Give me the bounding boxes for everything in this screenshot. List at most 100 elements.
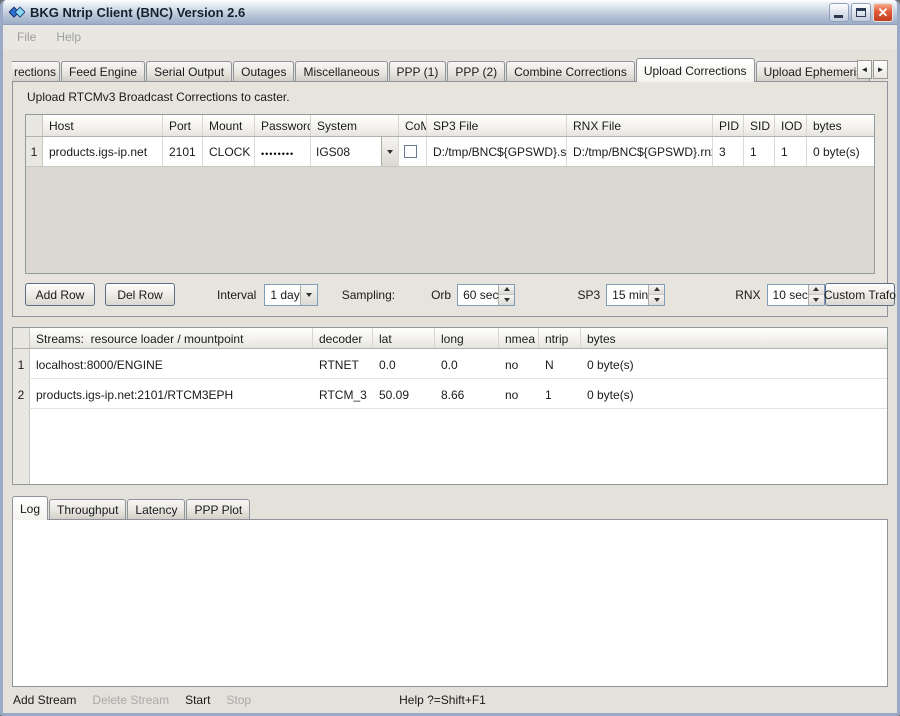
cell-pid[interactable]: 3: [713, 137, 744, 166]
chevron-down-icon: [654, 298, 660, 302]
spin-down-button[interactable]: [499, 295, 514, 305]
sp3-spinbox[interactable]: 15 min: [606, 284, 665, 306]
sp3-spinbox-value: 15 min: [607, 285, 648, 305]
menu-item-file[interactable]: File: [7, 27, 46, 47]
chevron-down-icon: [813, 298, 819, 302]
cell-rnx-file[interactable]: D:/tmp/BNC${GPSWD}.rnx: [567, 137, 713, 166]
system-select-arrow-button[interactable]: [381, 137, 398, 166]
chevron-up-icon: [654, 287, 660, 291]
column-header-system: System: [311, 115, 399, 136]
custom-trafo-button[interactable]: Custom Trafo: [825, 283, 895, 306]
chevron-left-icon: ◄: [861, 65, 869, 74]
column-header-decoder: decoder: [313, 328, 373, 348]
stop-action[interactable]: Stop: [226, 693, 251, 707]
column-header-ntrip: ntrip: [539, 328, 581, 348]
spin-up-button[interactable]: [649, 285, 664, 296]
add-stream-action[interactable]: Add Stream: [13, 693, 76, 707]
maximize-button[interactable]: [851, 3, 871, 22]
column-header-nmea: nmea: [499, 328, 539, 348]
system-select[interactable]: IGS08: [311, 137, 398, 166]
upload-corrections-pane: Upload RTCMv3 Broadcast Corrections to c…: [12, 81, 888, 317]
close-icon: ✕: [878, 6, 889, 19]
tab-miscellaneous[interactable]: Miscellaneous: [295, 61, 387, 81]
row-number: 2: [13, 379, 30, 408]
stream-row[interactable]: 1 localhost:8000/ENGINE RTNET 0.0 0.0 no…: [13, 349, 887, 379]
rnx-spinbox-value: 10 sec: [768, 285, 808, 305]
cell-sid[interactable]: 1: [744, 137, 775, 166]
pane-description: Upload RTCMv3 Broadcast Corrections to c…: [27, 90, 875, 108]
sp3-label: SP3: [577, 288, 600, 302]
rnx-spinbox[interactable]: 10 sec: [767, 284, 825, 306]
tab-upload-ephemeris[interactable]: Upload Ephemeris: [756, 61, 871, 81]
spin-down-button[interactable]: [809, 295, 824, 305]
close-button[interactable]: ✕: [873, 3, 893, 22]
stream-mountpoint: products.igs-ip.net:2101/RTCM3EPH: [30, 379, 313, 408]
sp3-spin-buttons: [648, 285, 664, 305]
delete-stream-action[interactable]: Delete Stream: [92, 693, 169, 707]
tab-log[interactable]: Log: [12, 496, 48, 520]
cell-mount[interactable]: CLOCK: [203, 137, 255, 166]
rnx-spin-buttons: [808, 285, 824, 305]
streams-table: Streams: resource loader / mountpoint de…: [12, 327, 888, 485]
cell-host[interactable]: products.igs-ip.net: [43, 137, 163, 166]
column-header-pid: PID: [713, 115, 744, 136]
tab-feed-engine[interactable]: Feed Engine: [61, 61, 145, 81]
column-header-port: Port: [163, 115, 203, 136]
stream-lat: 50.09: [373, 379, 435, 408]
chevron-down-icon: [306, 293, 312, 297]
tab-latency[interactable]: Latency: [127, 499, 185, 519]
stream-bytes: 0 byte(s): [581, 349, 887, 378]
chevron-up-icon: [813, 287, 819, 291]
tab-scroll-left-button[interactable]: ◄: [857, 60, 872, 79]
tab-combine-corrections[interactable]: Combine Corrections: [506, 61, 635, 81]
column-header-com: CoM: [399, 115, 427, 136]
column-header-mountpoint: Streams: resource loader / mountpoint: [30, 328, 313, 348]
spin-up-button[interactable]: [499, 285, 514, 296]
column-header-host: Host: [43, 115, 163, 136]
add-row-button[interactable]: Add Row: [25, 283, 95, 306]
row-number: 1: [26, 137, 43, 166]
orb-spinbox[interactable]: 60 sec: [457, 284, 515, 306]
tab-ppp-2[interactable]: PPP (2): [447, 61, 505, 81]
chevron-right-icon: ►: [877, 65, 885, 74]
tab-scroll-right-button[interactable]: ►: [873, 60, 888, 79]
tab-throughput[interactable]: Throughput: [49, 499, 126, 519]
cell-sp3-file[interactable]: D:/tmp/BNC${GPSWD}.sp3: [427, 137, 567, 166]
start-action[interactable]: Start: [185, 693, 210, 707]
minimize-button[interactable]: [829, 3, 849, 22]
stream-long: 8.66: [435, 379, 499, 408]
menu-item-help[interactable]: Help: [46, 27, 91, 47]
column-header-sp3-file: SP3 File: [427, 115, 567, 136]
del-row-button[interactable]: Del Row: [105, 283, 175, 306]
stream-row[interactable]: 2 products.igs-ip.net:2101/RTCM3EPH RTCM…: [13, 379, 887, 409]
tab-outages[interactable]: Outages: [233, 61, 294, 81]
spin-down-button[interactable]: [649, 295, 664, 305]
orb-spin-buttons: [498, 285, 514, 305]
corner-header-cell: [26, 115, 43, 136]
stream-nmea: no: [499, 349, 539, 378]
upload-table-row[interactable]: 1 products.igs-ip.net 2101 CLOCK •••••••…: [26, 137, 874, 167]
spin-up-button[interactable]: [809, 285, 824, 296]
row-number: 1: [13, 349, 30, 378]
window-titlebar[interactable]: BKG Ntrip Client (BNC) Version 2.6 ✕: [3, 0, 897, 25]
cell-password[interactable]: ••••••••: [255, 137, 311, 166]
tab-serial-output[interactable]: Serial Output: [146, 61, 232, 81]
cell-port[interactable]: 2101: [163, 137, 203, 166]
interval-select-arrow-button[interactable]: [300, 285, 317, 305]
cell-iod[interactable]: 1: [775, 137, 807, 166]
interval-select[interactable]: 1 day: [264, 284, 317, 306]
menu-bar: File Help: [3, 25, 897, 49]
column-header-mount: Mount: [203, 115, 255, 136]
com-checkbox[interactable]: [404, 145, 417, 158]
tab-upload-corrections[interactable]: Upload Corrections: [636, 58, 755, 82]
tab-ppp-1[interactable]: PPP (1): [389, 61, 447, 81]
column-header-sid: SID: [744, 115, 775, 136]
column-header-bytes: bytes: [581, 328, 887, 348]
column-header-password: Password: [255, 115, 311, 136]
tab-broadcast-corrections[interactable]: rections: [12, 61, 60, 81]
orb-label: Orb: [431, 288, 451, 302]
system-select-value: IGS08: [311, 137, 381, 166]
app-icon: [9, 4, 25, 20]
streams-table-header: Streams: resource loader / mountpoint de…: [13, 328, 887, 349]
tab-ppp-plot[interactable]: PPP Plot: [186, 499, 250, 519]
